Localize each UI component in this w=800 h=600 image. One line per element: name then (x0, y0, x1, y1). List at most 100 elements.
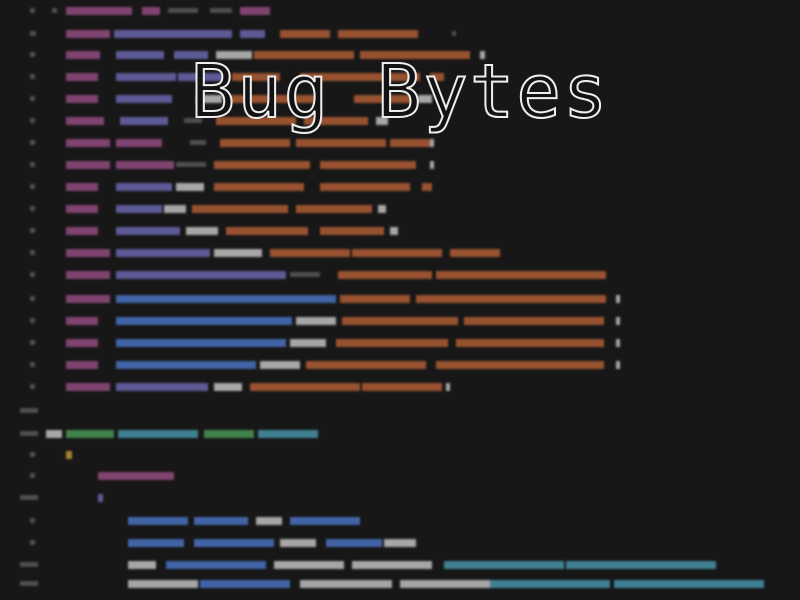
code-token (342, 317, 458, 325)
code-token (338, 271, 432, 279)
code-line (0, 268, 800, 282)
code-token (326, 539, 382, 547)
code-token (66, 339, 98, 347)
code-token (290, 339, 326, 347)
line-number (290, 272, 320, 277)
line-number (52, 8, 57, 13)
code-token (336, 339, 448, 347)
code-token (66, 183, 98, 191)
code-line (0, 358, 800, 372)
code-token (128, 580, 198, 588)
code-token (456, 339, 604, 347)
code-token (66, 139, 110, 147)
line-number (20, 431, 38, 436)
code-token (614, 580, 764, 588)
code-token (220, 139, 290, 147)
code-token (260, 361, 300, 369)
code-line (0, 427, 800, 441)
line-number (30, 8, 35, 13)
code-token (352, 561, 432, 569)
code-token (464, 317, 604, 325)
line-number (30, 162, 35, 167)
code-line (0, 380, 800, 394)
code-token (66, 7, 132, 15)
line-number (30, 228, 35, 233)
line-number (30, 140, 35, 145)
code-token (390, 139, 430, 147)
code-token (176, 183, 204, 191)
code-token (320, 227, 384, 235)
code-line (0, 292, 800, 306)
code-token (258, 430, 318, 438)
code-token (490, 580, 610, 588)
code-token (306, 361, 426, 369)
code-token (338, 30, 418, 38)
code-token (450, 249, 500, 257)
code-token (390, 227, 398, 235)
line-number (176, 162, 206, 167)
code-token (436, 271, 606, 279)
line-number (30, 452, 35, 457)
code-token (226, 227, 308, 235)
code-token (186, 227, 218, 235)
line-number (452, 31, 456, 36)
code-token (116, 339, 286, 347)
code-token (116, 361, 256, 369)
line-number (30, 250, 35, 255)
code-token (436, 361, 604, 369)
code-token (116, 205, 162, 213)
code-line (0, 158, 800, 172)
code-token (128, 539, 184, 547)
line-number (30, 473, 35, 478)
code-token (240, 30, 265, 38)
code-line (0, 246, 800, 260)
line-number (210, 8, 232, 13)
code-token (362, 383, 442, 391)
code-token (166, 561, 266, 569)
code-token (66, 205, 98, 213)
code-token (280, 539, 316, 547)
line-number (30, 206, 35, 211)
code-token (616, 339, 620, 347)
code-line (0, 180, 800, 194)
code-line (0, 202, 800, 216)
code-token (116, 183, 172, 191)
code-token (250, 383, 360, 391)
line-number (30, 31, 36, 36)
code-token (118, 430, 198, 438)
code-token (296, 205, 372, 213)
line-number (30, 362, 35, 367)
code-token (214, 249, 262, 257)
line-number (30, 340, 35, 345)
code-token (320, 183, 410, 191)
code-token (296, 139, 386, 147)
line-number (30, 518, 35, 523)
code-token (352, 249, 442, 257)
code-token (274, 561, 344, 569)
code-line (0, 558, 800, 572)
code-token (142, 7, 160, 15)
code-token (566, 561, 716, 569)
code-token (66, 317, 98, 325)
code-token (66, 227, 98, 235)
code-line (0, 536, 800, 550)
line-number (20, 581, 38, 586)
line-number (20, 495, 38, 500)
code-token (116, 249, 210, 257)
code-token (430, 161, 434, 169)
code-line (0, 314, 800, 328)
line-number (190, 140, 206, 145)
code-token (616, 317, 620, 325)
code-token (290, 517, 360, 525)
code-token (116, 161, 174, 169)
code-line (0, 224, 800, 238)
code-line (0, 469, 800, 483)
code-token (192, 205, 288, 213)
code-token (340, 295, 410, 303)
line-number (30, 296, 35, 301)
code-token (98, 494, 103, 502)
title-text: Bug Bytes (190, 49, 610, 135)
code-token (116, 295, 336, 303)
code-line (0, 577, 800, 591)
code-token (116, 317, 292, 325)
